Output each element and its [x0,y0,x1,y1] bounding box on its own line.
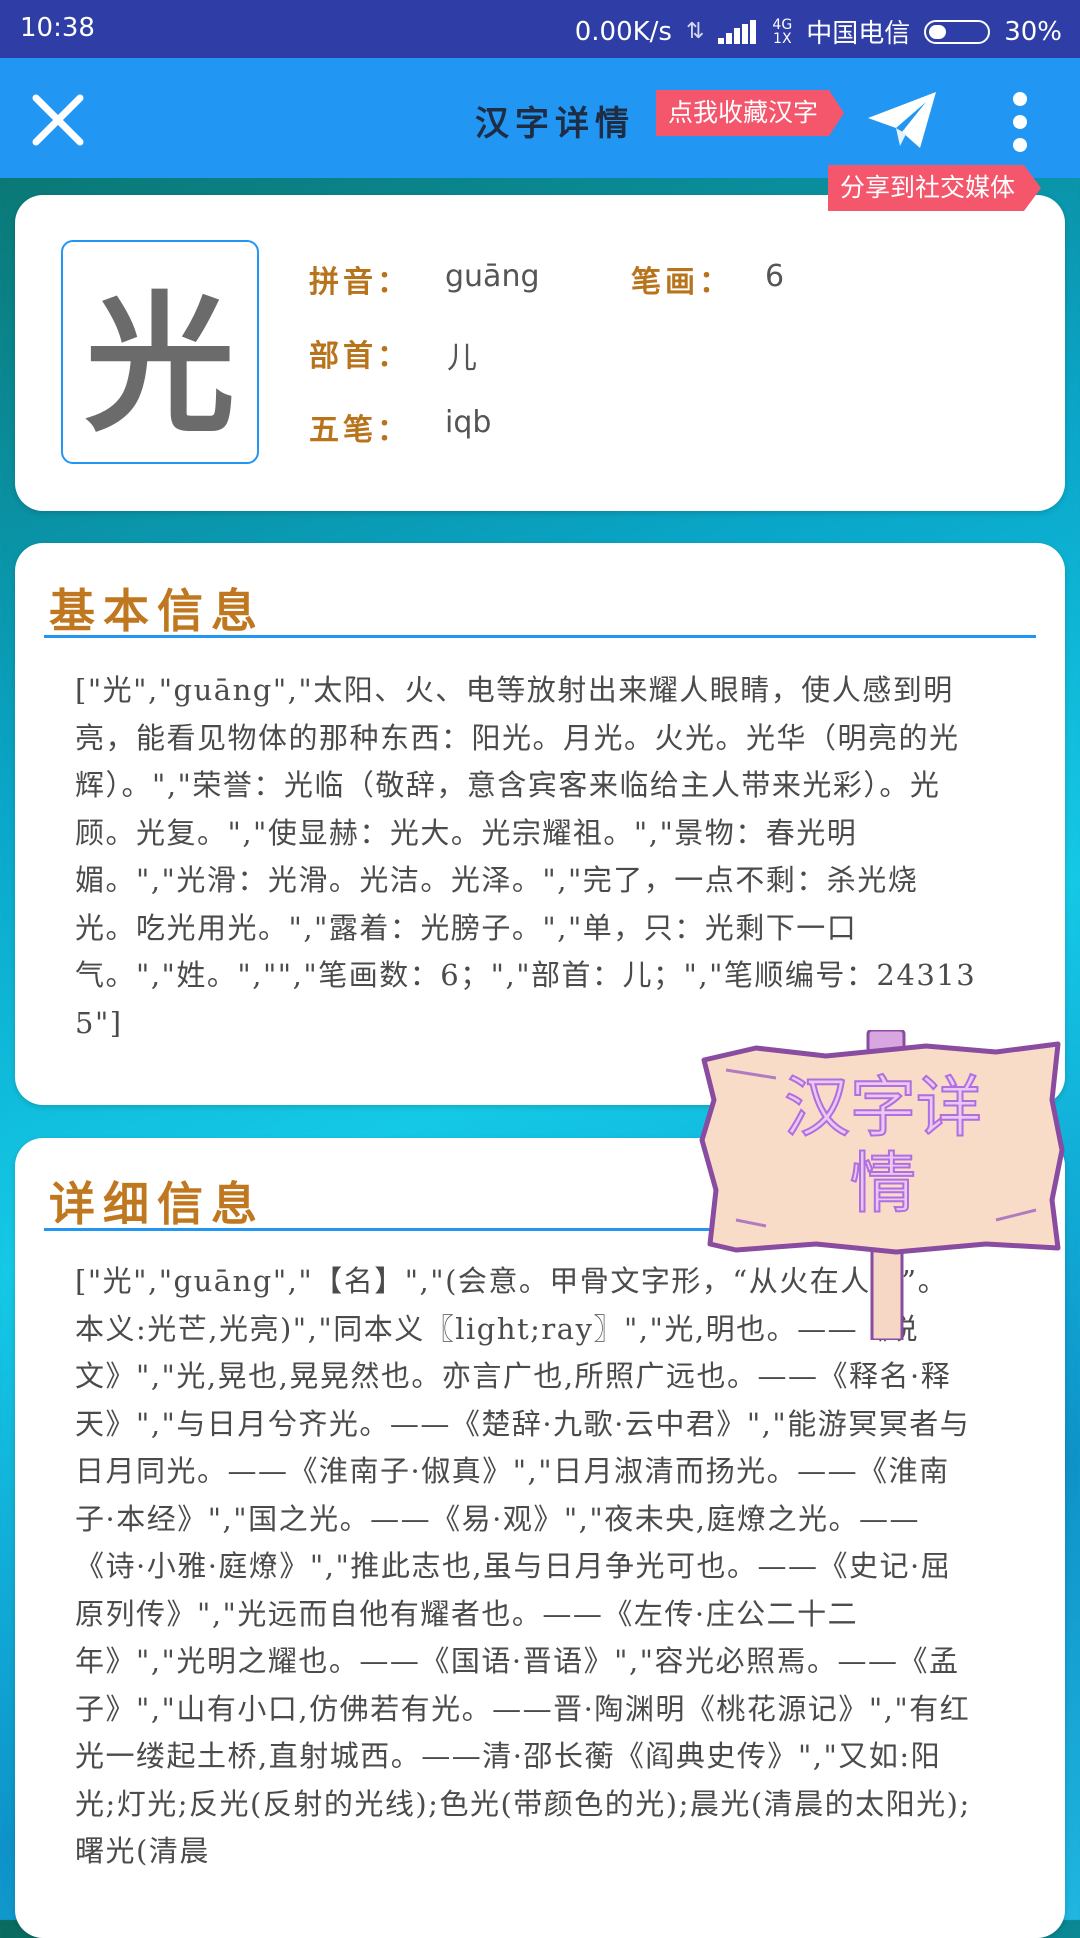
character-glyph-box: 光 [61,240,259,464]
close-button[interactable] [28,90,88,150]
basic-info-title: 基本信息 [49,584,265,638]
basic-info-text: ["光","guāng","太阳、火、电等放射出来耀人眼睛，使人感到明亮，能看见… [75,673,977,1040]
carrier-name: 中国电信 [806,19,911,49]
network-type: 4G 1X [772,16,793,47]
pinyin-value: guāng [445,259,540,294]
network-speed: 0.00K/s [574,16,672,47]
strokes-label: 笔画： [631,265,733,300]
more-vertical-icon [1000,92,1040,152]
radical-value: 儿 [447,341,477,376]
status-time: 10:38 [20,13,95,43]
signal-icon [718,19,758,44]
share-social-tag[interactable]: 分享到社交媒体 [828,165,1042,211]
signboard-text: 汉字详情 [783,1069,983,1223]
share-button[interactable] [866,88,938,152]
character-glyph: 光 [84,276,235,453]
page-title: 汉字详情 [475,104,635,144]
character-card: 光 拼音： guāng 笔画： 6 部首： 儿 五笔： iqb [15,195,1065,511]
status-right: 0.00K/s ⇅ 4G 1X 中国电信 30% [575,13,1062,50]
pinyin-label: 拼音： [309,265,411,300]
close-icon [32,94,84,146]
more-options-button[interactable] [1000,86,1040,160]
status-bar: 10:38 0.00K/s ⇅ 4G 1X 中国电信 30% [0,0,1080,58]
detail-info-title: 详细信息 [49,1177,265,1231]
detail-info-text: ["光","guāng","【名】","(会意。甲骨文字形，“从火在人上”。本义… [75,1264,971,1868]
basic-info-card: 基本信息 ["光","guāng","太阳、火、电等放射出来耀人眼睛，使人感到明… [15,543,1065,1105]
section-divider [44,635,1036,638]
send-icon [868,92,936,148]
battery-icon [924,19,991,44]
battery-percent: 30% [1004,16,1062,47]
app-bar: 汉字详情 点我收藏汉字 [0,58,1080,178]
radical-label: 部首： [309,339,411,374]
wubi-value: iqb [445,405,492,440]
signboard-decoration: 汉字详情 [696,1028,1066,1342]
strokes-value: 6 [765,259,785,294]
favorite-character-button[interactable]: 点我收藏汉字 [656,90,845,136]
data-transfer-icon: ⇅ [685,19,705,44]
wubi-label: 五笔： [309,413,411,448]
